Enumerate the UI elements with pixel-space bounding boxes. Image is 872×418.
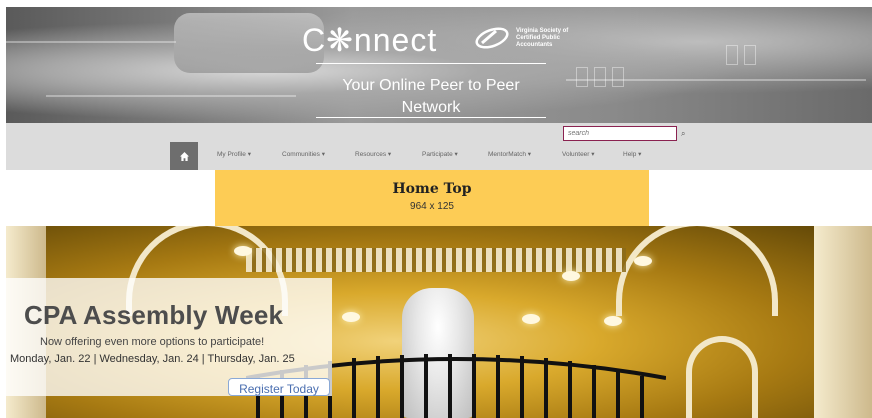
promo-subtitle: Now offering even more options to partic… [40,336,265,348]
nav-mentormatch[interactable]: MentorMatch ▾ [488,150,531,158]
header-banner: C❋nnect Virginia Society of Certified Pu… [6,7,872,123]
nav-participate[interactable]: Participate ▾ [422,150,458,158]
nav-volunteer[interactable]: Volunteer ▾ [562,150,595,158]
ad-size: 964 x 125 [410,201,454,212]
home-top-ad[interactable]: Home Top 964 x 125 [215,170,649,226]
vscpa-text: Virginia Society of Certified Public Acc… [516,27,569,48]
nav-resources[interactable]: Resources ▾ [355,150,391,158]
tagline-top-rule [316,63,546,64]
search-icon[interactable]: ⌕ [681,129,689,138]
nav-help[interactable]: Help ▾ [623,150,641,158]
nav-my-profile[interactable]: My Profile ▾ [217,150,251,158]
vscpa-mark-icon [475,27,509,49]
tagline-bottom-rule [316,117,546,118]
register-today-button[interactable]: Register Today [228,378,330,396]
tagline-line-2: Network [401,99,461,116]
promo-title: CPA Assembly Week [24,300,284,330]
ad-title: Home Top [392,181,472,197]
tagline: Your Online Peer to Peer Network [306,75,556,119]
connect-logo[interactable]: C❋nnect [302,21,437,59]
navigation-bar: ⌕ My Profile ▾ Communities ▾ Resources ▾… [6,123,872,170]
home-icon [179,151,189,161]
promo-dates: Monday, Jan. 22 | Wednesday, Jan. 24 | T… [10,353,295,365]
search-input[interactable] [563,126,677,141]
vscpa-logo[interactable]: Virginia Society of Certified Public Acc… [474,27,586,49]
promo-overlay: CPA Assembly Week Now offering even more… [6,278,332,396]
tagline-line-1: Your Online Peer to Peer [342,77,520,94]
home-button[interactable] [170,142,198,170]
nav-communities[interactable]: Communities ▾ [282,150,325,158]
